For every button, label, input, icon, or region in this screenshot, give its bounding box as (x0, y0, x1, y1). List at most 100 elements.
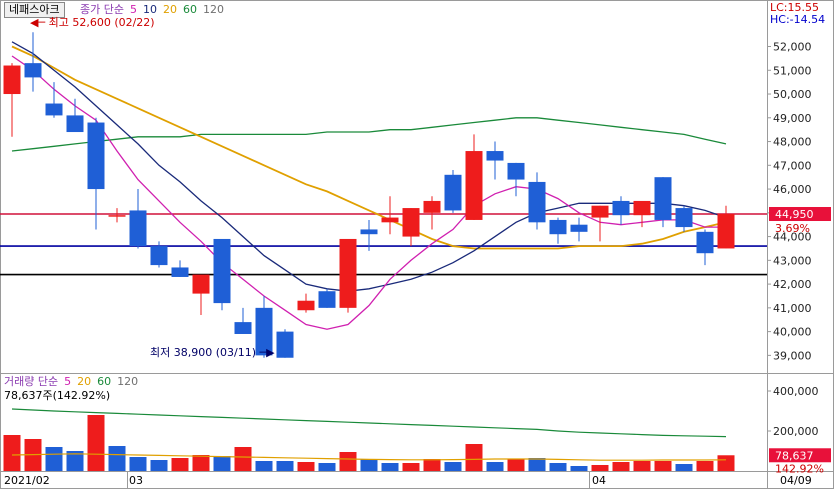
candle-body (45, 103, 63, 116)
volume-tick-label: 200,000 (773, 425, 819, 438)
candle-body (360, 229, 378, 235)
vol-legend-ma120: 120 (117, 375, 139, 388)
volume-bar (402, 463, 420, 471)
candle-body (276, 331, 294, 358)
low-annotation-text: 최저 38,900 (03/11) (150, 346, 257, 359)
volume-tick-label: 400,000 (773, 385, 819, 398)
volume-bar (234, 447, 252, 471)
candle-body (528, 181, 546, 223)
volume-bar (45, 447, 63, 471)
price-tick-label: 40,000 (773, 326, 812, 339)
candle-body (66, 115, 84, 133)
ma20-line (11, 45, 727, 250)
volume-bar (591, 465, 609, 471)
volume-bar (108, 446, 126, 471)
candle-body (486, 151, 504, 161)
volume-bar (675, 464, 693, 471)
candle-body (297, 300, 315, 311)
candle-body (507, 162, 525, 180)
ma60-line (11, 117, 727, 152)
volume-bar (3, 435, 21, 471)
ma10-line (11, 41, 727, 292)
volume-current-text: 78,637주(142.92%) (4, 389, 111, 402)
legend-ma120: 120 (202, 3, 224, 16)
volume-bar (633, 461, 651, 471)
volume-bar (87, 415, 105, 471)
volume-bar (528, 458, 546, 471)
x-label-04: 04 (592, 474, 606, 487)
volume-bar (129, 457, 147, 471)
volume-bar (654, 461, 672, 471)
candle-body (444, 174, 462, 211)
volume-current-label: 78,637 (775, 449, 814, 462)
price-tick-label: 39,000 (773, 349, 812, 362)
candle-body (570, 224, 588, 232)
left-arrow-icon: ◀─ (30, 16, 46, 29)
candle-body (654, 177, 672, 220)
volume-bar (696, 461, 714, 471)
volume-bar (339, 452, 357, 471)
volume-bar (549, 463, 567, 471)
volume-bar (213, 456, 231, 471)
price-tick-label: 47,000 (773, 159, 812, 172)
volume-bar (612, 462, 630, 471)
volume-bar (297, 462, 315, 471)
hc-label: HC:-14.54 (770, 13, 826, 26)
volume-y-axis: 200,000 400,000 (767, 385, 819, 438)
price-tick-label: 43,000 (773, 254, 812, 267)
candle-body (171, 267, 189, 277)
candle-body (24, 63, 42, 78)
candle-body (234, 322, 252, 334)
candle-body (87, 122, 105, 190)
price-tick-label: 50,000 (773, 88, 812, 101)
vol-legend-ma5: 5 (64, 375, 72, 388)
volume-bar (465, 444, 483, 471)
price-tick-label: 46,000 (773, 183, 812, 196)
candle-body (129, 210, 147, 247)
low-annotation: 최저 38,900 (03/11) ─▶ (150, 344, 275, 360)
legend-ma60: 60 (182, 3, 197, 16)
volume-bar (381, 463, 399, 471)
volume-bar (717, 455, 735, 471)
volume-ma20-line (11, 408, 727, 438)
candle-body (108, 215, 126, 217)
high-annotation: ◀─ 최고 52,600 (02/22) (30, 14, 155, 30)
price-tick-label: 48,000 (773, 136, 812, 149)
volume-bar (192, 455, 210, 471)
chart-canvas[interactable]: 39,00040,00041,00042,00043,00044,00045,0… (0, 0, 834, 489)
x-label-2021-02: 2021/02 (4, 474, 50, 487)
volume-bar (150, 460, 168, 471)
candles (3, 32, 735, 358)
candle-body (675, 208, 693, 228)
price-tick-label: 41,000 (773, 302, 812, 315)
high-annotation-text: 최고 52,600 (02/22) (48, 16, 155, 29)
volume-bar (507, 459, 525, 471)
candle-body (213, 238, 231, 304)
price-tick-label: 52,000 (773, 41, 812, 54)
volume-bar (570, 466, 588, 471)
volume-bar (360, 459, 378, 471)
volume-bar (444, 462, 462, 471)
candle-body (612, 200, 630, 216)
candle-body (549, 219, 567, 235)
volume-bar (171, 458, 189, 471)
price-tick-label: 51,000 (773, 64, 812, 77)
candle-body (402, 208, 420, 237)
candle-body (150, 246, 168, 266)
right-arrow-icon: ─▶ (259, 346, 275, 359)
x-label-03: 03 (129, 474, 143, 487)
candle-body (192, 274, 210, 294)
candle-body (591, 205, 609, 218)
candle-body (465, 151, 483, 220)
candle-body (423, 200, 441, 213)
legend-ma20: 20 (162, 3, 177, 16)
current-price-label: 44,950 (775, 208, 814, 221)
candle-body (381, 217, 399, 223)
volume-bar (318, 463, 336, 471)
volume-bar (423, 459, 441, 471)
candle-body (339, 238, 357, 308)
volume-legend: 거래량 단순 5 20 60 120 (4, 375, 144, 389)
candle-body (717, 214, 735, 249)
x-label-04-09: 04/09 (780, 474, 812, 487)
candle-body (696, 231, 714, 254)
